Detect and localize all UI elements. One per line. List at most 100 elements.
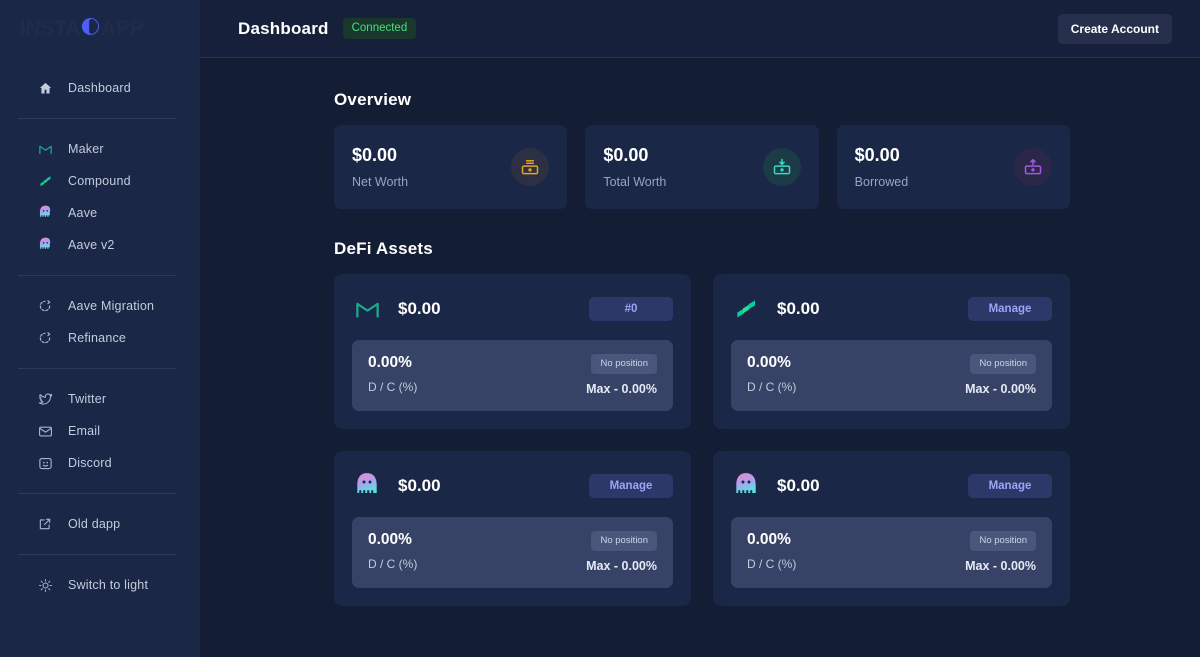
- sidebar-item-old-dapp[interactable]: Old dapp: [0, 508, 200, 540]
- sidebar-nav: Dashboard Maker Compound Aave Aave v2 Aa…: [0, 58, 200, 657]
- sidebar-item-label: Maker: [68, 142, 104, 156]
- sidebar-item-compound[interactable]: Compound: [0, 165, 200, 197]
- sidebar-item-label: Aave Migration: [68, 299, 155, 313]
- maker-icon: [36, 140, 54, 158]
- asset-ratio: 0.00%: [368, 354, 412, 371]
- sidebar-item-label: Refinance: [68, 331, 127, 345]
- overview-label: Borrowed: [854, 175, 909, 189]
- asset-ratio-label: D / C (%): [747, 380, 797, 394]
- asset-card-aave: $0.00 Manage 0.00% D / C (%) No position…: [334, 451, 691, 606]
- asset-position-panel: 0.00% D / C (%) No position Max - 0.00%: [352, 517, 673, 588]
- sidebar-item-label: Dashboard: [68, 81, 131, 95]
- maker-vault-button[interactable]: #0: [589, 297, 673, 321]
- instadapp-circle-icon: [81, 17, 100, 41]
- overview-value: $0.00: [603, 145, 649, 165]
- asset-ratio: 0.00%: [747, 531, 791, 548]
- overview-card-borrowed: $0.00 Borrowed: [836, 125, 1070, 209]
- aave-ghost-icon: [352, 471, 382, 501]
- compound-icon: [731, 294, 761, 324]
- sidebar-item-label: Twitter: [68, 392, 107, 406]
- refresh-circle-icon: [36, 297, 54, 315]
- aave-v2-manage-button[interactable]: Manage: [968, 474, 1052, 498]
- sidebar-divider: [18, 554, 176, 555]
- sidebar: INSTA APP Dashboard Maker Compound Aave …: [0, 0, 200, 657]
- asset-ratio-label: D / C (%): [747, 557, 797, 571]
- asset-amount: $0.00: [777, 476, 820, 495]
- overview-value: $0.00: [352, 145, 398, 165]
- asset-ratio: 0.00%: [747, 354, 791, 371]
- aave-manage-button[interactable]: Manage: [589, 474, 673, 498]
- sun-icon: [36, 576, 54, 594]
- sidebar-item-aave[interactable]: Aave: [0, 197, 200, 229]
- home-icon: [36, 79, 54, 97]
- sidebar-item-aave-migration[interactable]: Aave Migration: [0, 290, 200, 322]
- maker-icon: [352, 294, 382, 324]
- banknote-down-icon: [762, 148, 801, 186]
- asset-max-ratio: Max - 0.00%: [586, 559, 657, 573]
- banknote-icon: [511, 148, 550, 186]
- position-status-badge: No position: [970, 531, 1036, 551]
- twitter-icon: [36, 390, 54, 408]
- main-area: Dashboard Connected Create Account Overv…: [200, 0, 1200, 657]
- sidebar-item-aave-v2[interactable]: Aave v2: [0, 229, 200, 261]
- asset-amount: $0.00: [398, 476, 441, 495]
- theme-toggle[interactable]: Switch to light: [0, 569, 200, 601]
- compound-manage-button[interactable]: Manage: [968, 297, 1052, 321]
- sidebar-item-label: Aave v2: [68, 238, 115, 252]
- mail-icon: [36, 422, 54, 440]
- content-scroll: Overview $0.00 Net Worth $0.00 Total Wor…: [200, 58, 1200, 657]
- refresh-circle-icon: [36, 329, 54, 347]
- status-badge: Connected: [342, 18, 417, 39]
- sidebar-item-label: Old dapp: [68, 517, 121, 531]
- asset-max-ratio: Max - 0.00%: [965, 382, 1036, 396]
- external-link-icon: [36, 515, 54, 533]
- app-root: INSTA APP Dashboard Maker Compound Aave …: [0, 0, 1200, 657]
- overview-label: Total Worth: [603, 175, 667, 189]
- sidebar-divider: [18, 118, 176, 119]
- top-bar: Dashboard Connected Create Account: [200, 0, 1200, 58]
- asset-ratio-label: D / C (%): [368, 380, 418, 394]
- asset-card-compound: $0.00 Manage 0.00% D / C (%) No position…: [713, 274, 1070, 429]
- defi-assets-title: DeFi Assets: [334, 239, 433, 258]
- position-status-badge: No position: [970, 354, 1036, 374]
- overview-cards: $0.00 Net Worth $0.00 Total Worth $0.00 …: [334, 125, 1070, 209]
- page-title: Dashboard: [238, 18, 329, 38]
- sidebar-item-label: Aave: [68, 206, 98, 220]
- sidebar-item-discord[interactable]: Discord: [0, 447, 200, 479]
- sidebar-item-dashboard[interactable]: Dashboard: [0, 72, 200, 104]
- brand-logo[interactable]: INSTA APP: [0, 0, 200, 58]
- sidebar-divider: [18, 275, 176, 276]
- aave-ghost-icon: [36, 204, 54, 222]
- asset-card-aave-v2: $0.00 Manage 0.00% D / C (%) No position…: [713, 451, 1070, 606]
- banknote-up-icon: [1013, 148, 1052, 186]
- sidebar-item-label: Email: [68, 424, 101, 438]
- asset-position-panel: 0.00% D / C (%) No position Max - 0.00%: [731, 517, 1052, 588]
- asset-ratio: 0.00%: [368, 531, 412, 548]
- compound-icon: [36, 172, 54, 190]
- position-status-badge: No position: [591, 354, 657, 374]
- defi-assets-grid: $0.00 #0 0.00% D / C (%) No position Max…: [334, 274, 1070, 606]
- aave-ghost-icon: [36, 236, 54, 254]
- brand-name-right: APP: [100, 17, 144, 40]
- sidebar-item-maker[interactable]: Maker: [0, 133, 200, 165]
- sidebar-divider: [18, 493, 176, 494]
- asset-max-ratio: Max - 0.00%: [965, 559, 1036, 573]
- position-status-badge: No position: [591, 531, 657, 551]
- sidebar-item-label: Compound: [68, 174, 131, 188]
- asset-max-ratio: Max - 0.00%: [586, 382, 657, 396]
- sidebar-item-email[interactable]: Email: [0, 415, 200, 447]
- asset-amount: $0.00: [398, 299, 441, 318]
- asset-card-maker: $0.00 #0 0.00% D / C (%) No position Max…: [334, 274, 691, 429]
- theme-toggle-label: Switch to light: [68, 578, 149, 592]
- sidebar-item-label: Discord: [68, 456, 112, 470]
- overview-label: Net Worth: [352, 175, 409, 189]
- create-account-button[interactable]: Create Account: [1057, 13, 1172, 44]
- sidebar-divider: [18, 368, 176, 369]
- asset-amount: $0.00: [777, 299, 820, 318]
- asset-position-panel: 0.00% D / C (%) No position Max - 0.00%: [352, 340, 673, 411]
- overview-card-total-worth: $0.00 Total Worth: [585, 125, 819, 209]
- overview-card-net-worth: $0.00 Net Worth: [334, 125, 568, 209]
- sidebar-item-twitter[interactable]: Twitter: [0, 383, 200, 415]
- sidebar-item-refinance[interactable]: Refinance: [0, 322, 200, 354]
- overview-title: Overview: [334, 90, 412, 109]
